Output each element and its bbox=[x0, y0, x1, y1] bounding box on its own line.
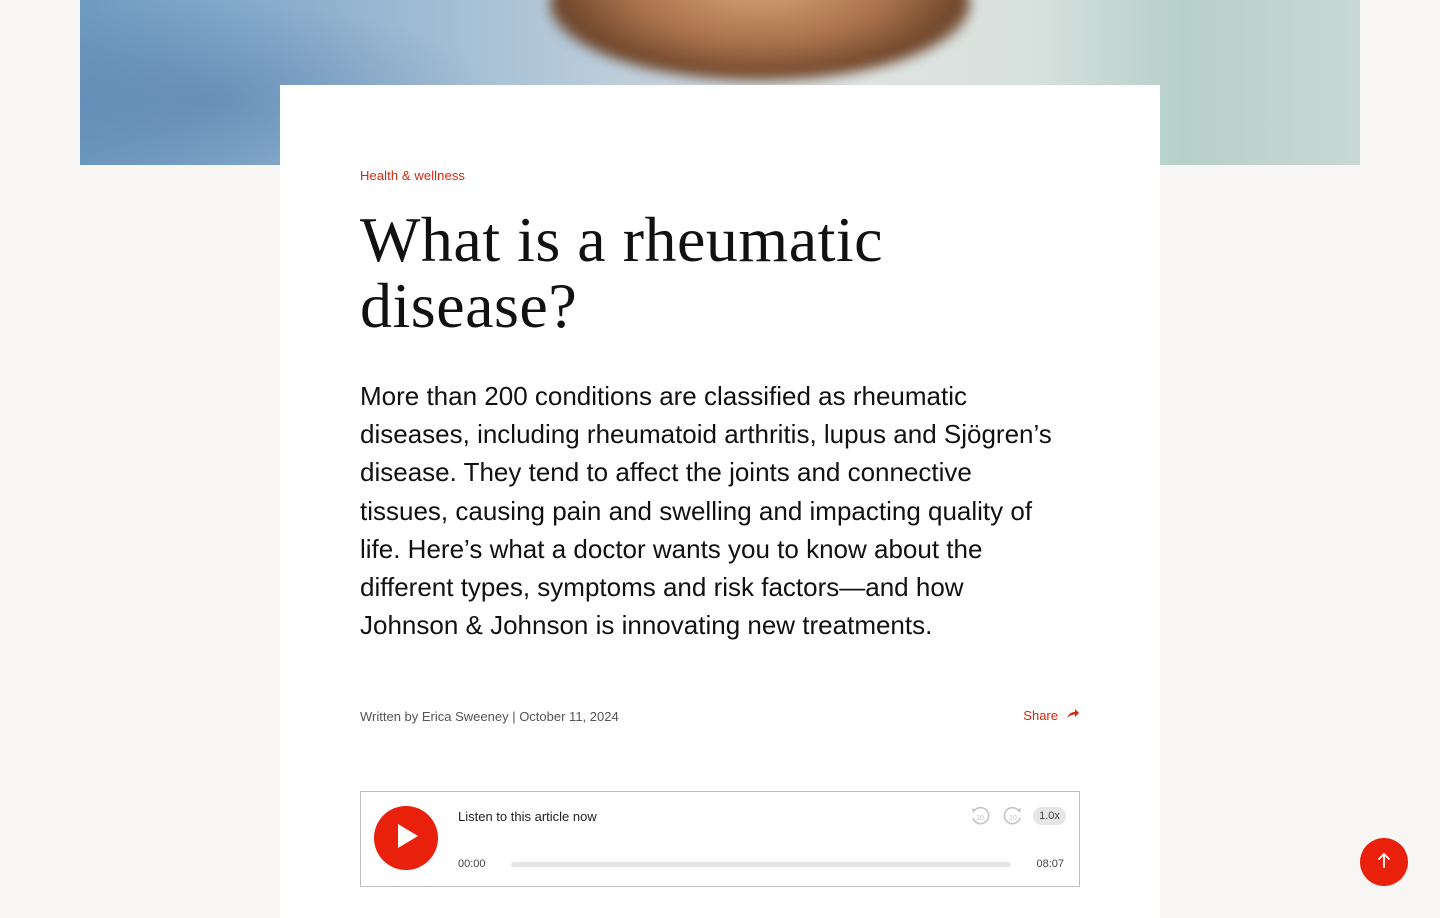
article-lede: More than 200 conditions are classified … bbox=[360, 381, 1052, 641]
forward-button[interactable]: 10 bbox=[1002, 805, 1024, 827]
title-line-1: What is a rheumatic bbox=[360, 204, 884, 275]
current-time: 00:00 bbox=[458, 858, 486, 870]
audio-player: Listen to this article now 10 10 1.0x 00 bbox=[360, 791, 1080, 887]
byline: Written by Erica Sweeney | October 11, 2… bbox=[360, 709, 619, 724]
back-to-top-button[interactable] bbox=[1360, 838, 1408, 886]
total-time: 08:07 bbox=[1036, 858, 1064, 870]
arrow-up-icon bbox=[1377, 852, 1391, 873]
share-arrow-icon bbox=[1066, 708, 1080, 723]
play-button[interactable] bbox=[374, 806, 438, 870]
rewind-10-icon: 10 bbox=[969, 806, 991, 831]
rewind-seconds: 10 bbox=[976, 815, 984, 822]
rewind-button[interactable]: 10 bbox=[969, 805, 991, 827]
player-title: Listen to this article now bbox=[458, 809, 597, 824]
forward-seconds: 10 bbox=[1009, 815, 1017, 822]
play-icon bbox=[394, 823, 418, 853]
speed-toggle[interactable]: 1.0x bbox=[1033, 807, 1066, 825]
page-title: What is a rheumatic disease? bbox=[360, 207, 1060, 339]
article-card: Health & wellness What is a rheumatic di… bbox=[280, 85, 1160, 918]
forward-10-icon: 10 bbox=[1002, 806, 1024, 831]
category-link[interactable]: Health & wellness bbox=[360, 168, 465, 183]
share-label: Share bbox=[1023, 708, 1058, 723]
hero-hands bbox=[550, 0, 970, 80]
title-line-2: disease? bbox=[360, 270, 578, 341]
progress-bar[interactable] bbox=[511, 862, 1011, 867]
share-button[interactable]: Share bbox=[1023, 708, 1080, 723]
